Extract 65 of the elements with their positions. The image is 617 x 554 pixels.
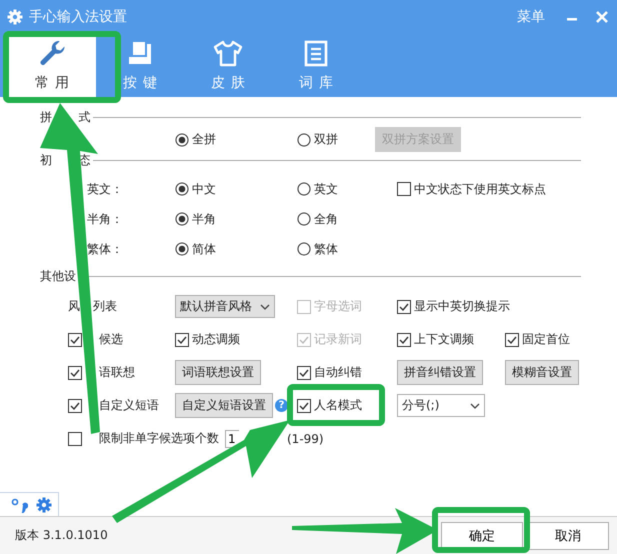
option-label: 简体 bbox=[192, 240, 216, 258]
version-label: 版本 3.1.0.1010 bbox=[15, 527, 109, 544]
option-label: 自动纠错 bbox=[314, 364, 362, 381]
punctuation-icon[interactable] bbox=[10, 496, 28, 512]
radio-button[interactable] bbox=[175, 182, 189, 196]
window-title: 手心输入法设置 bbox=[29, 8, 128, 26]
settings-icon[interactable] bbox=[36, 496, 52, 512]
checkbox[interactable] bbox=[68, 332, 82, 346]
option-label: 固定首位 bbox=[522, 331, 570, 348]
range-hint: (1-99) bbox=[287, 432, 324, 446]
radio-button[interactable] bbox=[175, 242, 189, 256]
option-label: 记录新词 bbox=[314, 331, 362, 348]
option-label: 全拼 bbox=[192, 131, 216, 148]
dropdown[interactable]: 默认拼音风格 bbox=[175, 295, 275, 318]
radio-button[interactable] bbox=[297, 212, 311, 226]
caret-icon bbox=[260, 304, 270, 310]
checkbox[interactable] bbox=[68, 366, 82, 380]
checkbox[interactable] bbox=[68, 398, 82, 412]
option-label: 候选 bbox=[99, 331, 123, 348]
radio-button[interactable] bbox=[297, 242, 311, 256]
checkbox[interactable] bbox=[397, 182, 411, 196]
option-label: 语联想 bbox=[99, 364, 135, 381]
option-label: 半角 bbox=[192, 210, 216, 228]
checkbox[interactable] bbox=[175, 332, 189, 346]
caret-icon bbox=[470, 402, 480, 408]
option-label: 繁体 bbox=[314, 240, 338, 258]
footer-button[interactable]: 取消 bbox=[527, 522, 609, 550]
section-title: 拼 式 bbox=[40, 108, 90, 126]
footer-button[interactable]: 确定 bbox=[441, 522, 523, 550]
field-label: 风 列表 bbox=[68, 298, 118, 315]
field-label: 英文： bbox=[87, 180, 123, 198]
option-label: 全角 bbox=[314, 210, 338, 228]
option-label: 上下文调频 bbox=[414, 331, 474, 348]
option-label: 动态调频 bbox=[192, 331, 240, 348]
dropdown[interactable]: 分号(;) bbox=[397, 394, 485, 417]
shirt-icon bbox=[213, 38, 243, 68]
option-label: 人名模式 bbox=[314, 397, 362, 414]
gear-icon bbox=[7, 8, 23, 24]
settings-button[interactable]: 词语联想设置 bbox=[175, 360, 261, 385]
radio-button[interactable] bbox=[175, 132, 189, 146]
close-icon[interactable] bbox=[595, 10, 609, 24]
checkbox[interactable] bbox=[297, 398, 311, 412]
checkbox[interactable] bbox=[68, 432, 82, 446]
radio-button[interactable] bbox=[297, 182, 311, 196]
option-label: 字母选词 bbox=[314, 298, 362, 315]
settings-button[interactable]: 自定义短语设置 bbox=[175, 393, 273, 418]
option-label: 英文 bbox=[314, 180, 338, 198]
option-label: 自定义短语 bbox=[99, 397, 159, 414]
settings-button[interactable]: 模糊音设置 bbox=[505, 360, 579, 385]
field-label: 繁体： bbox=[87, 240, 123, 258]
option-label: 中文状态下使用英文标点 bbox=[414, 180, 546, 198]
option-label: 双拼 bbox=[314, 131, 338, 148]
field-label: 半角： bbox=[87, 210, 123, 228]
checkbox[interactable] bbox=[297, 366, 311, 380]
option-label: 中文 bbox=[192, 180, 216, 198]
radio-button[interactable] bbox=[297, 132, 311, 146]
settings-button[interactable]: 拼音纠错设置 bbox=[397, 360, 483, 385]
option-label: 限制非单字候选项个数 bbox=[99, 430, 219, 447]
radio-button[interactable] bbox=[175, 212, 189, 226]
option-label: 显示中英切换提示 bbox=[414, 298, 510, 315]
number-field[interactable]: 1 bbox=[225, 430, 239, 448]
checkbox[interactable] bbox=[397, 332, 411, 346]
section-title: 其他设 bbox=[40, 268, 76, 284]
checkbox[interactable] bbox=[397, 300, 411, 314]
checkbox[interactable] bbox=[505, 332, 519, 346]
